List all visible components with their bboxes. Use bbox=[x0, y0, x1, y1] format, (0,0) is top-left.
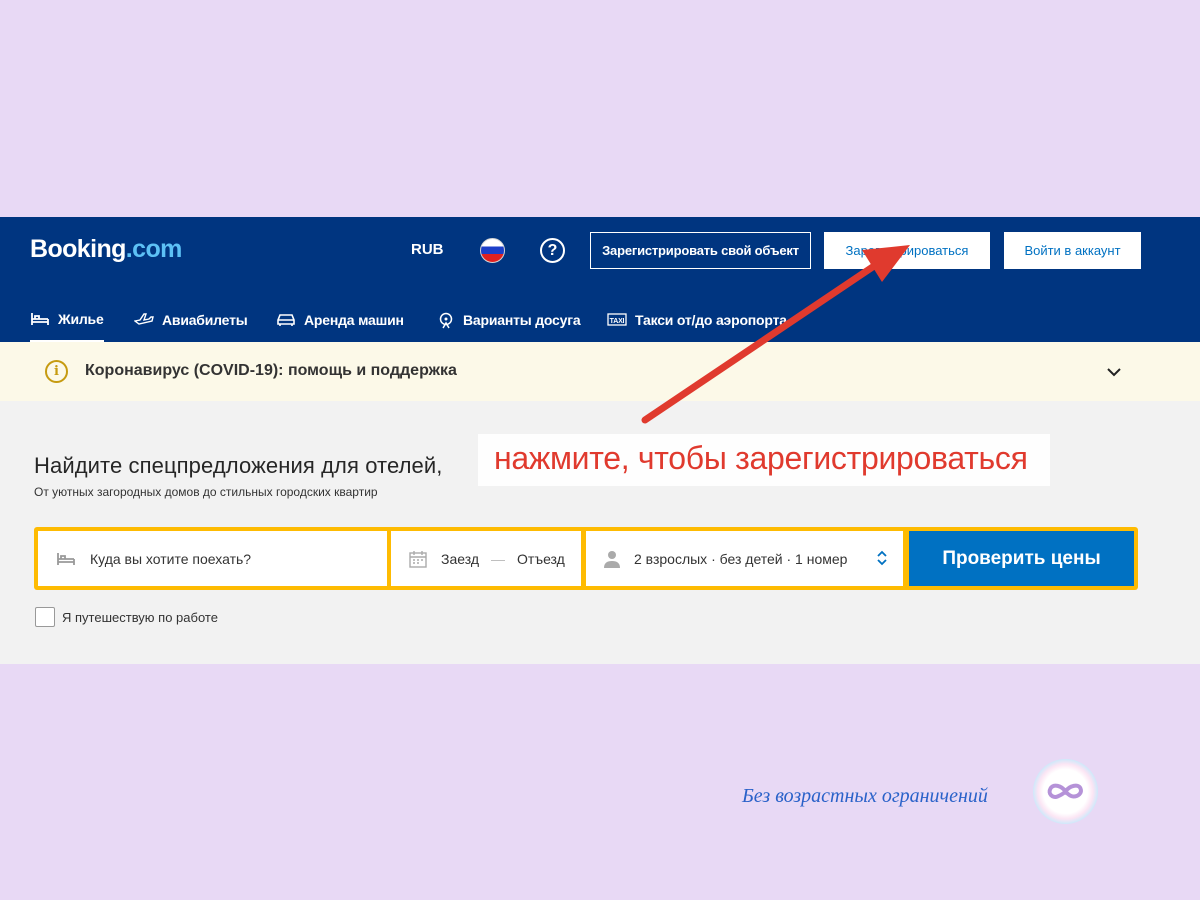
infinity-logo-icon bbox=[1033, 759, 1098, 824]
annotation-arrow bbox=[641, 245, 910, 424]
watermark-text: Без возрастных ограничений bbox=[742, 785, 988, 807]
